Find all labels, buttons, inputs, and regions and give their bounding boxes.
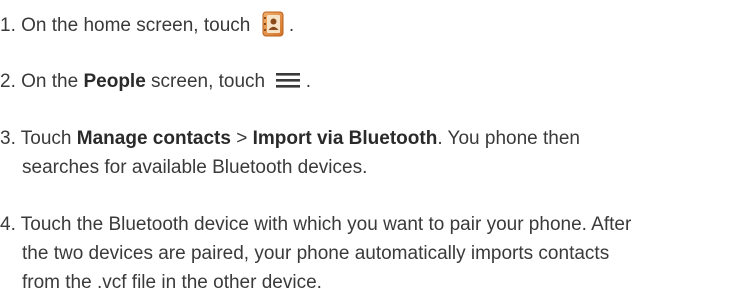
import-via-bluetooth-label: Import via Bluetooth [252, 128, 438, 149]
step-3-text-end: . You phone then [437, 128, 580, 149]
step-4-line-1: Touch the Bluetooth device with which yo… [20, 214, 632, 235]
step-1-text-end: . [288, 15, 295, 36]
step-1-text: On the home screen, touch [21, 15, 251, 36]
people-label: People [83, 71, 146, 92]
manage-contacts-label: Manage contacts [76, 128, 231, 149]
step-2-text-middle: screen, touch [145, 71, 266, 92]
step-3-text: Touch [20, 128, 77, 149]
step-4: 4. Touch the Bluetooth device with which… [0, 210, 631, 297]
step-2-text: On the [21, 71, 84, 92]
step-4-line-2: the two devices are paired, your phone a… [22, 243, 610, 264]
menu-icon [276, 69, 301, 88]
contacts-app-icon [262, 11, 284, 37]
step-2-number: 2. [0, 71, 16, 92]
step-2: 2. On the People screen, touch . [0, 67, 311, 96]
step-3: 3. Touch Manage contacts > Import via Bl… [0, 124, 580, 182]
step-4-number: 4. [0, 214, 16, 235]
step-1: 1. On the home screen, touch . [0, 11, 294, 40]
step-4-line-3: from the .vcf file in the other device. [22, 272, 322, 293]
step-1-number: 1. [0, 15, 16, 36]
step-3-number: 3. [0, 128, 16, 149]
step-2-text-end: . [305, 71, 311, 92]
step-3-separator: > [230, 128, 253, 149]
step-3-line-2: searches for available Bluetooth devices… [22, 157, 368, 178]
